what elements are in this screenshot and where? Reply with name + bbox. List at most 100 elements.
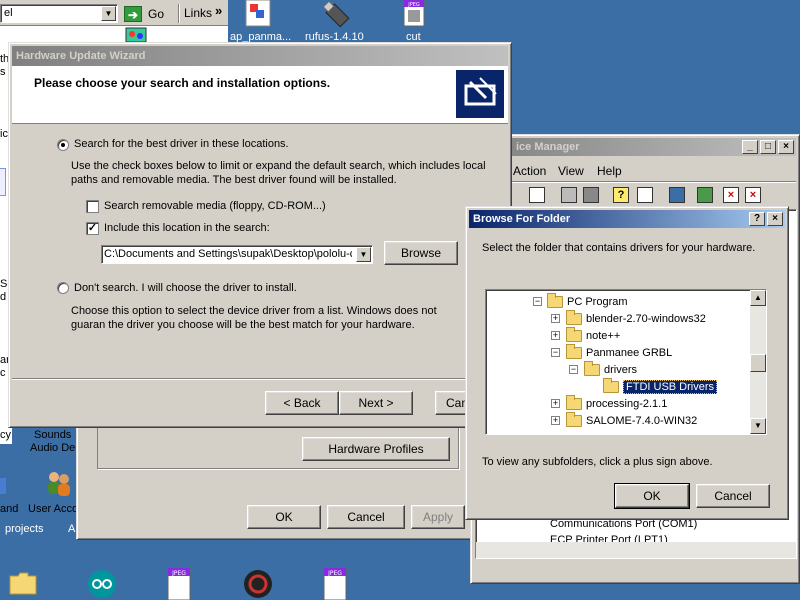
app-icon[interactable] (242, 568, 274, 600)
wizard-separator (12, 378, 508, 380)
fragment-text: c (0, 367, 6, 379)
folder-icon (566, 343, 582, 359)
arduino-icon[interactable] (86, 568, 118, 600)
location-value: C:\Documents and Settings\supak\Desktop\… (104, 248, 352, 260)
disable-icon[interactable]: × (723, 187, 739, 203)
option-search-label[interactable]: Search for the best driver in these loca… (74, 138, 289, 150)
tree-item-processing[interactable]: processing-2.1.1 (566, 394, 667, 412)
expander-plus-icon[interactable]: + (551, 416, 560, 425)
tree-item-pc-program[interactable]: PC Program (547, 292, 628, 310)
desktop-icon-cut[interactable]: JPEG cut (378, 0, 450, 43)
location-combobox[interactable]: C:\Documents and Settings\supak\Desktop\… (101, 245, 373, 264)
sounds-label[interactable]: Sounds (34, 429, 71, 441)
expander-minus-icon[interactable]: − (551, 348, 560, 357)
address-value: el (4, 7, 13, 19)
minimize-button[interactable]: _ (742, 140, 758, 154)
cancel-button[interactable]: Cancel (696, 484, 770, 508)
properties-icon[interactable] (561, 187, 577, 203)
apply-button: Apply (411, 505, 465, 529)
menu-action[interactable]: Action (513, 164, 546, 178)
wizard-header: Please choose your search and installati… (12, 66, 508, 124)
expander-minus-icon[interactable]: − (533, 297, 542, 306)
device-manager-titlebar[interactable]: ice Manager _ □ × (474, 138, 796, 156)
help-button[interactable]: ? (749, 212, 765, 226)
browse-title: Browse For Folder (473, 213, 571, 225)
hardware-profiles-button[interactable]: Hardware Profiles (302, 437, 450, 461)
folder-open-icon (603, 377, 619, 393)
check-removable-label[interactable]: Search removable media (floppy, CD-ROM..… (104, 200, 326, 212)
audio-label[interactable]: Audio De (30, 442, 75, 454)
usb-drive-icon (320, 0, 352, 32)
folder-icon[interactable] (8, 570, 38, 596)
check-removable-media[interactable] (86, 200, 99, 213)
fragment-text: d (0, 291, 7, 303)
radio-search[interactable] (57, 139, 69, 151)
go-arrow-icon: ➔ (124, 5, 142, 22)
close-button[interactable]: × (767, 212, 783, 226)
jpeg-file-icon: JPEG (398, 0, 430, 32)
projects-label[interactable]: projects (5, 523, 44, 535)
option-dont-label[interactable]: Don't search. I will choose the driver t… (74, 282, 297, 294)
device-manager-title: ice Manager (516, 141, 580, 153)
jpeg-file-icon[interactable]: JPEG (164, 567, 194, 600)
next-button[interactable]: Next > (339, 391, 413, 415)
uninstall-icon[interactable]: × (745, 187, 761, 203)
svg-text:JPEG: JPEG (327, 570, 342, 577)
tree-item-ftdi-usb-drivers[interactable]: FTDI USB Drivers (603, 377, 717, 395)
radio-dont-search[interactable] (57, 282, 69, 294)
wizard-title: Hardware Update Wizard (16, 50, 146, 62)
ok-button[interactable]: OK (614, 483, 690, 509)
menu-help[interactable]: Help (597, 164, 622, 178)
tree-item-salome[interactable]: SALOME-7.4.0-WIN32 (566, 411, 697, 429)
address-combobox[interactable]: el ▼ (0, 4, 118, 23)
maximize-button[interactable]: □ (760, 140, 776, 154)
wizard-titlebar[interactable]: Hardware Update Wizard (12, 46, 508, 66)
cancel-button[interactable]: Cancel (327, 505, 405, 529)
folder-open-icon (584, 360, 600, 376)
ok-button[interactable]: OK (247, 505, 321, 529)
toolbar-separator (474, 181, 796, 183)
scan-hardware-icon[interactable] (669, 187, 685, 203)
browse-titlebar[interactable]: Browse For Folder ? × (469, 210, 785, 228)
folder-tree[interactable]: − PC Program + blender-2.70-windows32 + … (485, 289, 767, 435)
links-label[interactable]: Links (184, 6, 212, 20)
svg-text:JPEG: JPEG (171, 570, 186, 577)
expander-minus-icon[interactable]: − (569, 365, 578, 374)
folder-icon (566, 326, 582, 342)
scroll-thumb[interactable] (750, 354, 766, 372)
update-driver-icon[interactable] (697, 187, 713, 203)
close-button[interactable]: × (778, 140, 794, 154)
expander-plus-icon[interactable]: + (551, 399, 560, 408)
tree-item-noteplusplus[interactable]: note++ (566, 326, 620, 344)
expander-plus-icon[interactable]: + (551, 331, 560, 340)
forward-icon[interactable] (529, 187, 545, 203)
check-include-label[interactable]: Include this location in the search: (104, 222, 270, 234)
location-dropdown-arrow[interactable]: ▼ (356, 247, 371, 262)
expander-plus-icon[interactable]: + (551, 314, 560, 323)
folder-icon (566, 394, 582, 410)
tree-item-panmanee-grbl[interactable]: Panmanee GRBL (566, 343, 672, 361)
help-icon[interactable]: ? (613, 187, 629, 203)
folder-icon (547, 292, 563, 308)
desktop-icon-paint[interactable]: ap_panma... (222, 0, 294, 43)
option-search-desc: Use the check boxes below to limit or ex… (71, 160, 486, 186)
control-panel-icon (0, 478, 6, 494)
scroll-up-arrow[interactable]: ▲ (750, 290, 766, 306)
menu-view[interactable]: View (558, 164, 584, 178)
user-accounts-label[interactable]: User Acco (28, 503, 78, 515)
desktop-icon-rufus[interactable]: rufus-1.4.10 (300, 0, 372, 43)
scroll-down-arrow[interactable]: ▼ (750, 418, 766, 434)
tree-item-drivers[interactable]: drivers (584, 360, 637, 378)
tree-item-blender[interactable]: blender-2.70-windows32 (566, 309, 706, 327)
scrollbar-horizontal[interactable] (476, 542, 796, 558)
view-icon[interactable] (637, 187, 653, 203)
check-include-location[interactable]: ✓ (86, 222, 99, 235)
browse-button[interactable]: Browse (384, 241, 458, 265)
folder-tree-scrollbar[interactable]: ▲ ▼ (750, 290, 766, 434)
paint-icon (242, 0, 274, 32)
print-icon[interactable] (583, 187, 599, 203)
go-button[interactable]: ➔ Go (124, 4, 174, 23)
jpeg-file-icon[interactable]: JPEG (320, 567, 350, 600)
back-button[interactable]: < Back (265, 391, 339, 415)
address-dropdown-arrow[interactable]: ▼ (101, 6, 116, 21)
